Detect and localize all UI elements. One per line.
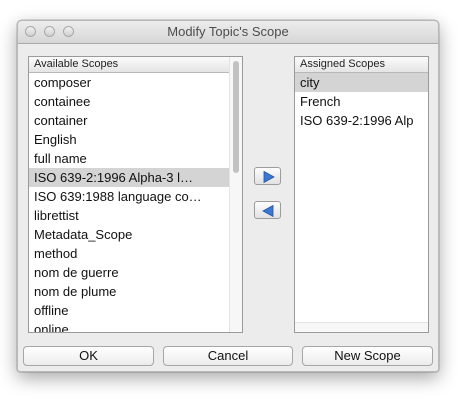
list-item[interactable]: librettist: [29, 206, 229, 225]
available-scopes-header: Available Scopes: [29, 57, 242, 73]
list-item[interactable]: nom de plume: [29, 282, 229, 301]
list-item[interactable]: ISO 639-2:1996 Alp: [295, 111, 428, 130]
list-item[interactable]: English: [29, 130, 229, 149]
assigned-scopes-header: Assigned Scopes: [295, 57, 428, 73]
remove-scope-button[interactable]: [254, 201, 281, 219]
ok-button[interactable]: OK: [23, 346, 154, 366]
list-item[interactable]: full name: [29, 149, 229, 168]
list-item[interactable]: Metadata_Scope: [29, 225, 229, 244]
modify-scope-dialog: Modify Topic's Scope Available Scopes co…: [17, 20, 439, 372]
list-item[interactable]: method: [29, 244, 229, 263]
title-bar: Modify Topic's Scope: [18, 21, 438, 44]
add-scope-button[interactable]: [254, 167, 281, 185]
list-item[interactable]: French: [295, 92, 428, 111]
assigned-scopes-items: city French ISO 639-2:1996 Alp: [295, 73, 428, 322]
left-arrow-icon: [262, 204, 274, 218]
available-scopes-list[interactable]: Available Scopes composer containee cont…: [28, 56, 243, 333]
right-arrow-icon: [263, 170, 275, 184]
window-title: Modify Topic's Scope: [167, 24, 289, 39]
assigned-scopes-list[interactable]: Assigned Scopes city French ISO 639-2:19…: [294, 56, 429, 333]
list-item[interactable]: nom de guerre: [29, 263, 229, 282]
new-scope-button[interactable]: New Scope: [302, 346, 433, 366]
available-scopes-scrollbar[interactable]: [229, 57, 242, 332]
list-item[interactable]: composer: [29, 73, 229, 92]
list-item[interactable]: offline: [29, 301, 229, 320]
list-item[interactable]: online: [29, 320, 229, 332]
list-item[interactable]: containee: [29, 92, 229, 111]
list-item-selected[interactable]: ISO 639-2:1996 Alpha-3 l…: [29, 168, 229, 187]
cancel-button[interactable]: Cancel: [163, 346, 293, 366]
list-item[interactable]: container: [29, 111, 229, 130]
list-item[interactable]: ISO 639:1988 language co…: [29, 187, 229, 206]
scrollbar-thumb[interactable]: [233, 61, 239, 173]
list-item-selected[interactable]: city: [295, 73, 428, 92]
available-scopes-items: composer containee container English ful…: [29, 73, 229, 332]
assigned-scopes-hscrollbar[interactable]: [295, 322, 428, 332]
